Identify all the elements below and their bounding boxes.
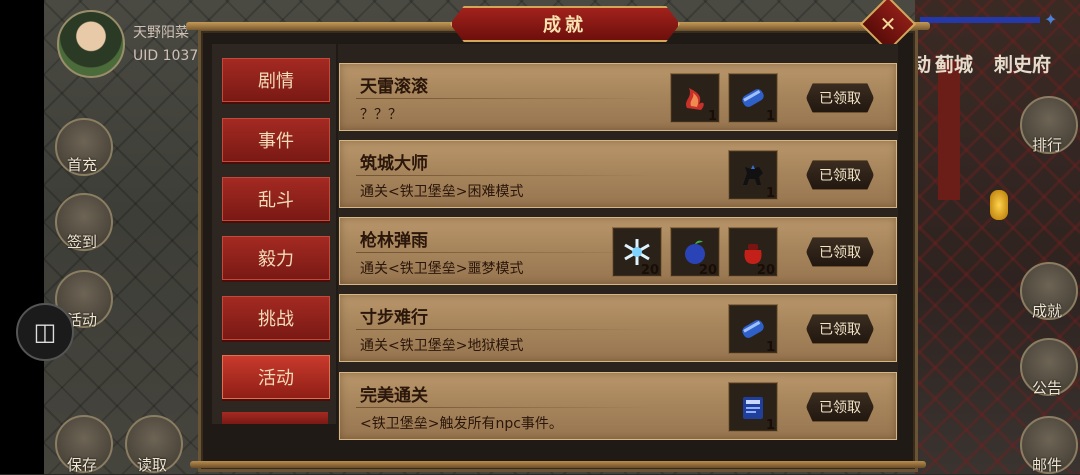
claimed-button[interactable]: 已领取 (806, 314, 874, 344)
claimed-button[interactable]: 已领取 (806, 237, 874, 267)
blue-scroll-item-icon (742, 320, 764, 338)
reward-count: 1 (765, 186, 775, 201)
row-divider (356, 407, 656, 408)
achievement-row: 寸步难行 通关<铁卫堡垒>地狱模式 1 已领取 (339, 294, 897, 362)
claimed-button[interactable]: 已领取 (806, 160, 874, 190)
achievement-row: 完美通关 <铁卫堡垒>触发所有npc事件。 1 已领取 (339, 372, 897, 440)
reward-item[interactable]: 20 (670, 227, 720, 278)
tab-story[interactable]: 剧情 (222, 58, 330, 102)
map-label-office: 刺史府 (994, 54, 1052, 76)
blue-book-item-icon (743, 397, 763, 419)
close-icon[interactable]: ✕ (868, 4, 908, 44)
achievement-desc: 通关<铁卫堡垒>噩梦模式 (360, 261, 524, 277)
reward-item[interactable]: 1 (728, 73, 778, 124)
reward-item[interactable]: 20 (612, 227, 662, 278)
black-horse-item-icon (743, 165, 763, 185)
mail-label: 邮件 (1031, 456, 1062, 474)
save-label: 保存 (66, 456, 97, 474)
row-divider (356, 175, 656, 176)
blue-scroll-item-icon (742, 89, 764, 107)
reward-count: 1 (765, 340, 775, 355)
reward-item[interactable]: 1 (728, 150, 778, 201)
claimed-button[interactable]: 已领取 (806, 392, 874, 422)
reward-count: 1 (707, 109, 717, 124)
reward-count: 20 (756, 263, 775, 278)
panel-title: 成就 (543, 15, 587, 36)
achievement-desc: ？？？ (360, 107, 402, 123)
reward-item[interactable]: 1 (728, 304, 778, 355)
left-black-bar (0, 0, 44, 474)
achievement-title: 枪林弹雨 (360, 231, 428, 251)
row-divider (356, 98, 656, 99)
achievement-desc: 通关<铁卫堡垒>困难模式 (360, 184, 524, 200)
claimed-button[interactable]: 已领取 (806, 83, 874, 113)
tab-perseverance[interactable]: 毅力 (222, 236, 330, 280)
rank-label: 排行 (1031, 136, 1062, 154)
player-name: 天野阳菜 (133, 25, 189, 41)
red-flame-item-icon (686, 88, 704, 110)
map-label-city: 蓟城 (935, 54, 974, 76)
reward-item[interactable]: 1 (670, 73, 720, 124)
notice-label: 公告 (1031, 379, 1062, 397)
row-divider (356, 252, 656, 253)
top-resource-bar (920, 17, 1040, 23)
achievement-row: 筑城大师 通关<铁卫堡垒>困难模式 1 已领取 (339, 140, 897, 208)
achievement-title: 天雷滚滚 (360, 77, 428, 97)
tab-activity[interactable]: 活动 (222, 355, 330, 399)
tab-partial[interactable] (222, 412, 328, 424)
achievement-row: 天雷滚滚 ？？？ 1 1 已领取 (339, 63, 897, 131)
reward-item[interactable]: 20 (728, 227, 778, 278)
achievement-row: 枪林弹雨 通关<铁卫堡垒>噩梦模式 20 20 20 已领取 (339, 217, 897, 285)
panel-bottom-rail (190, 461, 926, 468)
reward-count: 20 (698, 263, 717, 278)
red-pillar (938, 60, 960, 200)
lantern-icon (990, 190, 1008, 220)
player-uid: UID 10378 (133, 48, 208, 64)
reward-count: 1 (765, 418, 775, 433)
panel-title-plaque: 成就 (450, 6, 680, 42)
achievement-desc: 通关<铁卫堡垒>地狱模式 (360, 338, 524, 354)
achievement-title: 筑城大师 (360, 154, 428, 174)
sign-in-label: 签到 (66, 233, 97, 251)
achievement-title: 寸步难行 (360, 308, 428, 328)
row-divider (356, 329, 656, 330)
tab-brawl[interactable]: 乱斗 (222, 177, 330, 221)
bird-icon: ✦ (1044, 10, 1058, 29)
tab-event[interactable]: 事件 (222, 118, 330, 162)
reward-count: 20 (640, 263, 659, 278)
reward-count: 1 (765, 109, 775, 124)
player-avatar[interactable] (57, 10, 125, 78)
load-label: 读取 (136, 456, 167, 474)
first-charge-label: 首充 (66, 156, 97, 174)
cube-icon-button[interactable]: ◫ (16, 303, 74, 361)
achievement-label: 成就 (1031, 302, 1062, 320)
achievement-title: 完美通关 (360, 386, 428, 406)
tab-challenge[interactable]: 挑战 (222, 296, 330, 340)
reward-item[interactable]: 1 (728, 382, 778, 433)
achievement-desc: <铁卫堡垒>触发所有npc事件。 (360, 416, 563, 432)
